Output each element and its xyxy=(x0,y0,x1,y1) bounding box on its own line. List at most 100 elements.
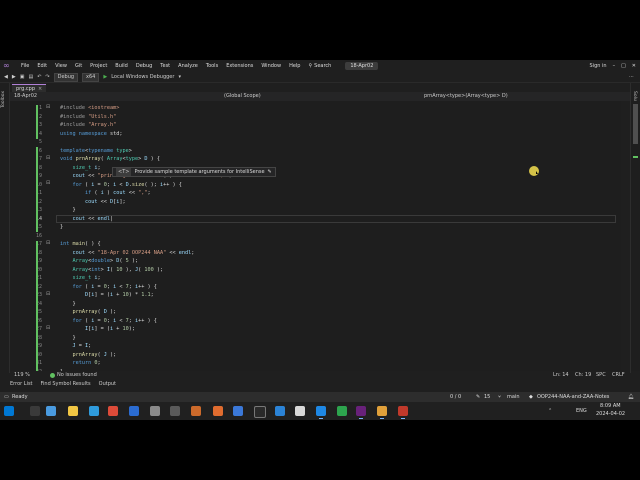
menu-help[interactable]: Help xyxy=(285,63,304,69)
menu-test[interactable]: Test xyxy=(156,63,174,69)
app-icon[interactable] xyxy=(191,406,201,416)
edit-pencil-icon[interactable]: ✎ xyxy=(268,168,272,176)
fold-collapse-icon[interactable]: ⊟ xyxy=(46,291,50,297)
menu-edit[interactable]: Edit xyxy=(33,63,51,69)
line-ending-mode[interactable]: CRLF xyxy=(612,371,625,380)
edge-icon[interactable] xyxy=(89,406,99,416)
chrome-icon[interactable] xyxy=(108,406,118,416)
clock-date[interactable]: 2024-04-02 xyxy=(596,410,625,419)
toolbar-overflow-icon[interactable]: ⋯ xyxy=(629,74,640,80)
fold-collapse-icon[interactable]: ⊟ xyxy=(46,180,50,186)
project-dropdown[interactable]: 18-Apr02 xyxy=(14,92,164,101)
code-line: return 0; xyxy=(72,360,101,366)
menu-view[interactable]: View xyxy=(51,63,71,69)
close-icon[interactable]: ✕ xyxy=(632,63,636,69)
branch-icon: ⑂ xyxy=(498,394,502,400)
run-debugger-button[interactable]: Local Windows Debugger xyxy=(111,74,174,80)
check-circle-icon xyxy=(50,373,55,378)
app-icon[interactable] xyxy=(254,406,266,418)
search-box[interactable]: ⚲ Search xyxy=(308,63,331,69)
menu-git[interactable]: Git xyxy=(71,63,86,69)
template-intellisense-hint[interactable]: <T> Provide sample template arguments fo… xyxy=(112,167,276,177)
caret-position-marker xyxy=(633,156,638,158)
errors-counter[interactable]: 0 / 0 xyxy=(450,392,461,402)
code-line-current: cout << endl| xyxy=(72,215,114,222)
code-line: } xyxy=(60,224,64,230)
whitespace-mode[interactable]: SPC xyxy=(596,371,606,380)
repo-icon: ◆ xyxy=(529,394,533,400)
back-icon[interactable]: ◀ xyxy=(4,74,8,80)
issues-indicator[interactable]: No issues found xyxy=(50,371,97,380)
repository-name[interactable]: OOP244-NAA-and-ZAA-Notes xyxy=(537,392,609,402)
fold-collapse-icon[interactable]: ⊟ xyxy=(46,104,50,110)
scrollbar-thumb[interactable] xyxy=(633,104,638,144)
outlook-icon[interactable] xyxy=(129,406,139,416)
forward-icon[interactable]: ▶ xyxy=(12,74,16,80)
minimize-icon[interactable]: – xyxy=(613,63,616,69)
redo-icon[interactable]: ↷ xyxy=(45,74,49,80)
tab-error-list[interactable]: Error List xyxy=(10,381,33,387)
fold-collapse-icon[interactable]: ⊟ xyxy=(46,240,50,246)
app-icon[interactable] xyxy=(275,406,285,416)
code-line: } xyxy=(60,207,76,213)
vertical-scrollbar[interactable] xyxy=(631,101,640,371)
changes-counter[interactable]: 15 xyxy=(484,392,490,402)
platform-dropdown[interactable]: x64 xyxy=(82,72,100,82)
menu-file[interactable]: File xyxy=(17,63,33,69)
code-editor[interactable]: 1 2 3 4 5 6 7 8 9 10 11 12 13 14 15 16 1… xyxy=(10,101,621,375)
tab-output[interactable]: Output xyxy=(99,381,116,387)
app-icon[interactable] xyxy=(213,406,223,416)
configuration-dropdown[interactable]: Debug xyxy=(53,72,79,82)
scope-dropdown[interactable]: (Global Scope) xyxy=(224,92,404,101)
code-line: using namespace std; xyxy=(60,130,123,137)
menu-analyze[interactable]: Analyze xyxy=(174,63,202,69)
visual-studio-icon[interactable] xyxy=(356,406,366,419)
menu-debug[interactable]: Debug xyxy=(132,63,156,69)
mouse-cursor-highlight xyxy=(529,166,539,176)
code-line: int main( ) { xyxy=(60,241,101,247)
menu-project[interactable]: Project xyxy=(86,63,111,69)
app-icon[interactable] xyxy=(316,406,326,419)
hint-text: Provide sample template arguments for In… xyxy=(134,169,265,175)
file-explorer-icon[interactable] xyxy=(68,406,78,416)
visual-studio-window: ∞ File Edit View Git Project Build Debug… xyxy=(0,60,640,420)
camera-icon[interactable] xyxy=(150,406,160,416)
app-icon[interactable] xyxy=(295,406,305,416)
tray-chevron-icon[interactable]: ⌃ xyxy=(548,407,552,416)
menu-extensions[interactable]: Extensions xyxy=(222,63,257,69)
app-icon[interactable] xyxy=(398,406,408,419)
save-icon[interactable]: ▤ xyxy=(28,74,33,80)
code-line: void prnArray( Array<type> D ) { xyxy=(60,156,160,162)
search-label: Search xyxy=(314,63,332,69)
notifications-icon[interactable]: 🔔︎ xyxy=(628,392,634,402)
dropdown-chevron-icon[interactable]: ▾ xyxy=(178,74,181,80)
app-icon[interactable] xyxy=(377,406,387,419)
undo-icon[interactable]: ↶ xyxy=(37,74,41,80)
code-line: for ( i = 0; i < 7; i++ ) { xyxy=(72,317,157,324)
maximize-icon[interactable]: □ xyxy=(621,63,626,69)
code-line: size_t i; xyxy=(72,164,101,171)
new-file-icon[interactable]: ▣ xyxy=(20,74,25,80)
play-icon[interactable]: ▶ xyxy=(103,74,107,80)
line-position: Ln: 14 xyxy=(553,372,569,378)
tab-find-symbol-results[interactable]: Find Symbol Results xyxy=(41,381,91,387)
fold-collapse-icon[interactable]: ⊟ xyxy=(46,325,50,331)
branch-name[interactable]: main xyxy=(507,392,520,402)
task-view-icon[interactable] xyxy=(46,406,56,416)
toolbox-panel-tab[interactable]: Toolbox xyxy=(0,83,10,373)
sign-in-link[interactable]: Sign in xyxy=(590,63,607,69)
zoom-level[interactable]: 119 % xyxy=(14,371,30,380)
settings-icon[interactable] xyxy=(170,406,180,416)
start-icon[interactable] xyxy=(4,406,14,416)
keyboard-language[interactable]: ENG xyxy=(576,407,587,416)
search-icon[interactable] xyxy=(30,406,40,416)
app-icon[interactable] xyxy=(337,406,347,416)
code-line: if ( i ) cout << ","; xyxy=(85,190,151,196)
app-icon[interactable] xyxy=(233,406,243,416)
menu-window[interactable]: Window xyxy=(257,63,285,69)
standard-toolbar: ◀ ▶ ▣ ▤ ↶ ↷ Debug x64 ▶ Local Windows De… xyxy=(0,72,640,83)
fold-collapse-icon[interactable]: ⊟ xyxy=(46,155,50,161)
menu-build[interactable]: Build xyxy=(111,63,132,69)
menu-tools[interactable]: Tools xyxy=(202,63,222,69)
member-dropdown[interactable]: prnArray<type>(Array<type> D) xyxy=(424,92,614,101)
